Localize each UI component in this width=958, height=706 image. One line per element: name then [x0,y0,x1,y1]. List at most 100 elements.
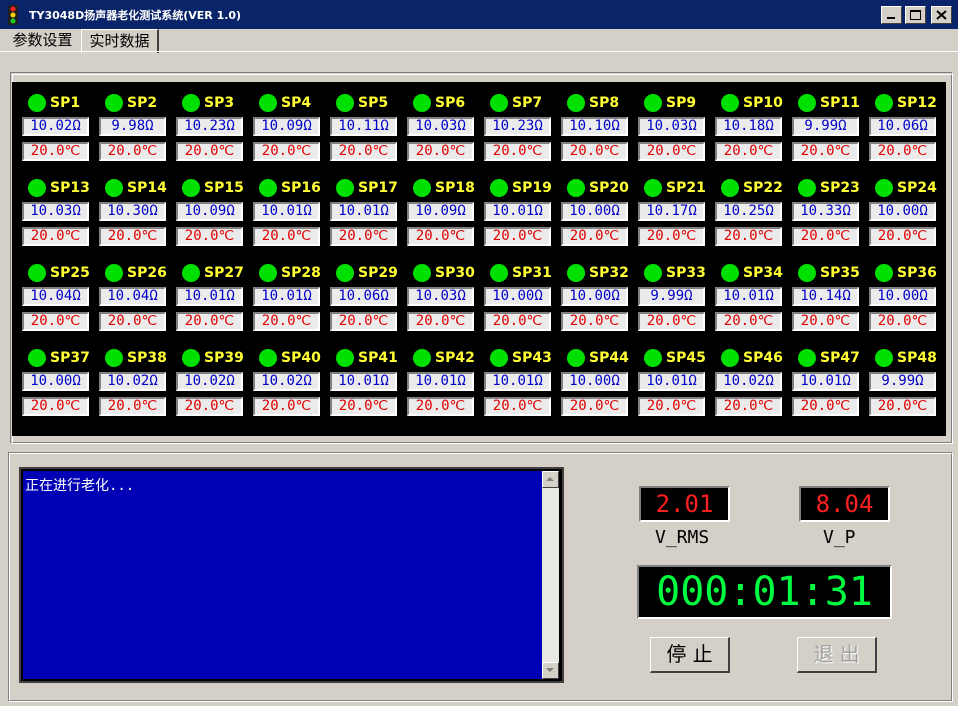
log-box: 正在进行老化... [19,467,564,683]
temperature-field: 20.0℃ [715,227,782,246]
resistance-field: 10.04Ω [99,287,166,306]
speaker-cell: SP15 10.09Ω 20.0℃ [176,177,248,246]
status-led-icon [336,179,354,197]
resistance-field: 10.01Ω [484,202,551,221]
temperature-field: 20.0℃ [22,227,89,246]
status-led-icon [413,94,431,112]
maximize-button[interactable] [905,6,926,24]
speaker-label: SP23 [820,180,860,196]
resistance-field: 10.23Ω [484,117,551,136]
speaker-label: SP28 [281,265,321,281]
resistance-field: 9.99Ω [638,287,705,306]
resistance-field: 10.01Ω [792,372,859,391]
speaker-label: SP3 [204,95,235,111]
temperature-field: 20.0℃ [407,142,474,161]
speaker-grid-panel: SP1 10.02Ω 20.0℃ SP2 9.98Ω 20.0℃ SP3 10.23Ω 20.… [12,82,946,436]
speaker-label: SP40 [281,350,321,366]
speaker-label: SP8 [589,95,620,111]
temperature-field: 20.0℃ [869,397,936,416]
v-rms-label: V_RMS [655,527,710,548]
resistance-field: 10.01Ω [330,202,397,221]
speaker-label: SP33 [666,265,706,281]
speaker-label: SP27 [204,265,244,281]
resistance-field: 9.99Ω [792,117,859,136]
resistance-field: 10.00Ω [561,287,628,306]
tab-parameter-settings[interactable]: 参数设置 [4,31,81,51]
speaker-cell: SP17 10.01Ω 20.0℃ [330,177,402,246]
resistance-field: 10.01Ω [407,372,474,391]
speaker-label: SP19 [512,180,552,196]
speaker-label: SP12 [897,95,937,111]
status-led-icon [567,179,585,197]
speaker-cell: SP22 10.25Ω 20.0℃ [715,177,787,246]
status-led-icon [798,94,816,112]
status-led-icon [259,264,277,282]
resistance-field: 10.33Ω [792,202,859,221]
temperature-field: 20.0℃ [869,142,936,161]
speaker-label: SP37 [50,350,90,366]
speaker-label: SP34 [743,265,783,281]
status-led-icon [644,349,662,367]
speaker-cell: SP26 10.04Ω 20.0℃ [99,262,171,331]
scroll-up-button[interactable] [542,471,559,488]
temperature-field: 20.0℃ [176,312,243,331]
status-led-icon [875,94,893,112]
minimize-button[interactable] [881,6,902,24]
exit-button[interactable]: 退 出 [797,637,877,673]
speaker-label: SP9 [666,95,697,111]
elapsed-timer-display: 000:01:31 [637,565,892,619]
speaker-cell: SP7 10.23Ω 20.0℃ [484,92,556,161]
temperature-field: 20.0℃ [253,312,320,331]
speaker-cell: SP37 10.00Ω 20.0℃ [22,347,94,416]
arrow-up-icon [546,477,554,481]
scroll-down-button[interactable] [542,662,559,679]
resistance-field: 9.99Ω [869,372,936,391]
speaker-label: SP1 [50,95,81,111]
speaker-cell: SP29 10.06Ω 20.0℃ [330,262,402,331]
temperature-field: 20.0℃ [99,397,166,416]
resistance-field: 10.23Ω [176,117,243,136]
temperature-field: 20.0℃ [561,142,628,161]
speaker-label: SP10 [743,95,783,111]
speaker-label: SP43 [512,350,552,366]
status-led-icon [105,349,123,367]
tab-realtime-data[interactable]: 实时数据 [81,29,159,53]
v-rms-display: 2.01 [639,486,730,522]
resistance-field: 10.06Ω [869,117,936,136]
log-text-area[interactable]: 正在进行老化... [23,471,542,679]
speaker-cell: SP34 10.01Ω 20.0℃ [715,262,787,331]
status-led-icon [490,264,508,282]
temperature-field: 20.0℃ [561,397,628,416]
close-button[interactable] [931,6,952,24]
speaker-cell: SP2 9.98Ω 20.0℃ [99,92,171,161]
resistance-field: 10.00Ω [869,202,936,221]
temperature-field: 20.0℃ [869,312,936,331]
status-led-icon [182,179,200,197]
stop-button[interactable]: 停 止 [650,637,730,673]
status-led-icon [28,179,46,197]
speaker-cell: SP46 10.02Ω 20.0℃ [715,347,787,416]
speaker-cell: SP27 10.01Ω 20.0℃ [176,262,248,331]
temperature-field: 20.0℃ [638,227,705,246]
speaker-label: SP36 [897,265,937,281]
resistance-field: 10.01Ω [176,287,243,306]
speaker-label: SP4 [281,95,312,111]
speaker-label: SP32 [589,265,629,281]
log-scrollbar[interactable] [542,471,559,679]
status-led-icon [105,264,123,282]
resistance-field: 10.03Ω [22,202,89,221]
resistance-field: 10.09Ω [176,202,243,221]
status-led-icon [182,264,200,282]
speaker-cell: SP3 10.23Ω 20.0℃ [176,92,248,161]
resistance-field: 10.06Ω [330,287,397,306]
status-led-icon [336,94,354,112]
close-icon [936,10,947,20]
status-led-icon [798,264,816,282]
speaker-label: SP16 [281,180,321,196]
status-led-icon [721,264,739,282]
speaker-cell: SP48 9.99Ω 20.0℃ [869,347,941,416]
temperature-field: 20.0℃ [715,312,782,331]
temperature-field: 20.0℃ [715,397,782,416]
status-led-icon [336,264,354,282]
resistance-field: 10.03Ω [407,287,474,306]
